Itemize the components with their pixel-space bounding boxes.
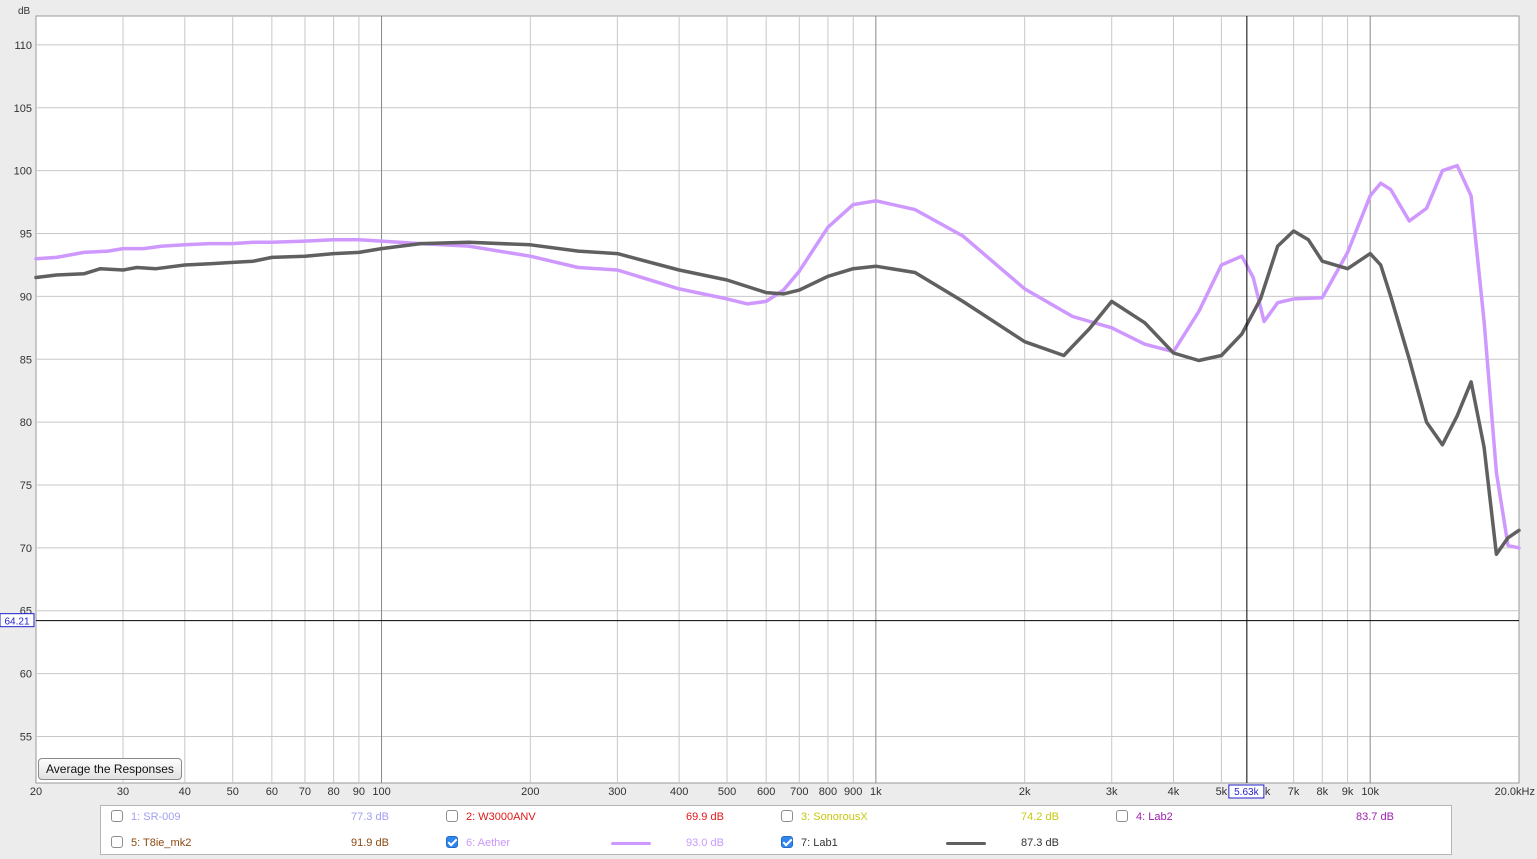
legend-label: 6: Aether xyxy=(466,837,511,849)
x-tick-label: 9k xyxy=(1342,786,1354,798)
legend-checkbox-sr-009[interactable] xyxy=(111,810,123,822)
x-tick-label: 5k xyxy=(1216,786,1228,798)
legend-label: 4: Lab2 xyxy=(1136,811,1173,823)
cursor-x-readout-suffix: k xyxy=(1265,786,1271,798)
x-tick-label: 90 xyxy=(353,786,365,798)
legend-checkbox-w3000anv[interactable] xyxy=(446,810,458,822)
x-tick-label: 60 xyxy=(266,786,278,798)
legend-value: 83.7 dB xyxy=(1356,811,1394,823)
legend-swatch xyxy=(611,842,651,845)
legend-item-lab2: 4: Lab2 83.7 dB xyxy=(1116,809,1436,825)
x-tick-label: 100 xyxy=(372,786,390,798)
legend-value: 93.0 dB xyxy=(686,837,724,849)
x-tick-label: 20.0kHz xyxy=(1495,786,1535,798)
legend-checkbox-lab2[interactable] xyxy=(1116,810,1128,822)
legend-item-lab1: 7: Lab1 87.3 dB xyxy=(781,835,1101,851)
cursor-x-readout: 5.63k xyxy=(1234,787,1259,798)
x-tick-label: 700 xyxy=(790,786,808,798)
y-tick-label: 90 xyxy=(20,291,32,303)
x-tick-label: 40 xyxy=(179,786,191,798)
y-axis-label: dB xyxy=(18,6,31,17)
legend-value: 87.3 dB xyxy=(1021,837,1059,849)
y-tick-label: 85 xyxy=(20,354,32,366)
x-tick-label: 70 xyxy=(299,786,311,798)
x-tick-label: 600 xyxy=(757,786,775,798)
x-tick-label: 300 xyxy=(608,786,626,798)
x-tick-label: 50 xyxy=(227,786,239,798)
plot-area[interactable] xyxy=(35,15,1520,784)
y-tick-label: 105 xyxy=(14,103,32,115)
x-tick-label: 2k xyxy=(1019,786,1031,798)
y-tick-label: 100 xyxy=(14,166,32,178)
legend-checkbox-lab1[interactable] xyxy=(781,836,793,848)
legend-checkbox-aether[interactable] xyxy=(446,836,458,848)
x-tick-label: 4k xyxy=(1168,786,1180,798)
legend-item-t8ie_mk2: 5: T8ie_mk2 91.9 dB xyxy=(111,835,431,851)
legend-item-sr-009: 1: SR-009 77.3 dB xyxy=(111,809,431,825)
x-tick-label: 1k xyxy=(870,786,882,798)
y-tick-label: 60 xyxy=(20,669,32,681)
legend-label: 2: W3000ANV xyxy=(466,811,536,823)
y-tick-label: 80 xyxy=(20,417,32,429)
legend-label: 7: Lab1 xyxy=(801,837,838,849)
average-responses-button[interactable]: Average the Responses xyxy=(38,758,182,780)
x-tick-label: 500 xyxy=(718,786,736,798)
y-tick-label: 55 xyxy=(20,731,32,743)
cursor-y-readout: 64.21 xyxy=(4,617,29,628)
legend-checkbox-t8ie_mk2[interactable] xyxy=(111,836,123,848)
x-tick-label: 200 xyxy=(521,786,539,798)
y-tick-label: 95 xyxy=(20,229,32,241)
legend-swatch xyxy=(946,842,986,845)
legend-value: 74.2 dB xyxy=(1021,811,1059,823)
y-tick-label: 110 xyxy=(14,40,32,52)
x-tick-label: 80 xyxy=(327,786,339,798)
legend-value: 91.9 dB xyxy=(351,837,389,849)
x-tick-label: 3k xyxy=(1106,786,1118,798)
y-axis: 556065707580859095100105110 xyxy=(14,40,32,744)
legend-item-sonorousx: 3: SonorousX 74.2 dB xyxy=(781,809,1101,825)
x-tick-label: 7k xyxy=(1288,786,1300,798)
x-tick-label: 400 xyxy=(670,786,688,798)
x-tick-label: 10k xyxy=(1361,786,1379,798)
legend-value: 69.9 dB xyxy=(686,811,724,823)
frequency-response-chart[interactable]: 556065707580859095100105110 20 30 40 50 60 70… xyxy=(0,0,1537,805)
x-tick-label: 20 xyxy=(30,786,42,798)
legend-label: 3: SonorousX xyxy=(801,811,868,823)
legend-label: 5: T8ie_mk2 xyxy=(131,837,192,849)
legend-item-aether: 6: Aether 93.0 dB xyxy=(446,835,766,851)
x-tick-label: 30 xyxy=(117,786,129,798)
measurement-legend: 1: SR-009 77.3 dB 2: W3000ANV 69.9 dB 3: Son… xyxy=(100,805,1452,855)
y-tick-label: 75 xyxy=(20,480,32,492)
x-axis: 20 30 40 50 60 70 80 90 100 200 300 400 500 600 700 800… xyxy=(30,786,1535,798)
legend-item-w3000anv: 2: W3000ANV 69.9 dB xyxy=(446,809,766,825)
legend-label: 1: SR-009 xyxy=(131,811,181,823)
legend-value: 77.3 dB xyxy=(351,811,389,823)
x-tick-label: 900 xyxy=(844,786,862,798)
x-tick-label: 8k xyxy=(1316,786,1328,798)
x-tick-label: 800 xyxy=(819,786,837,798)
y-tick-label: 70 xyxy=(20,543,32,555)
legend-checkbox-sonorousx[interactable] xyxy=(781,810,793,822)
